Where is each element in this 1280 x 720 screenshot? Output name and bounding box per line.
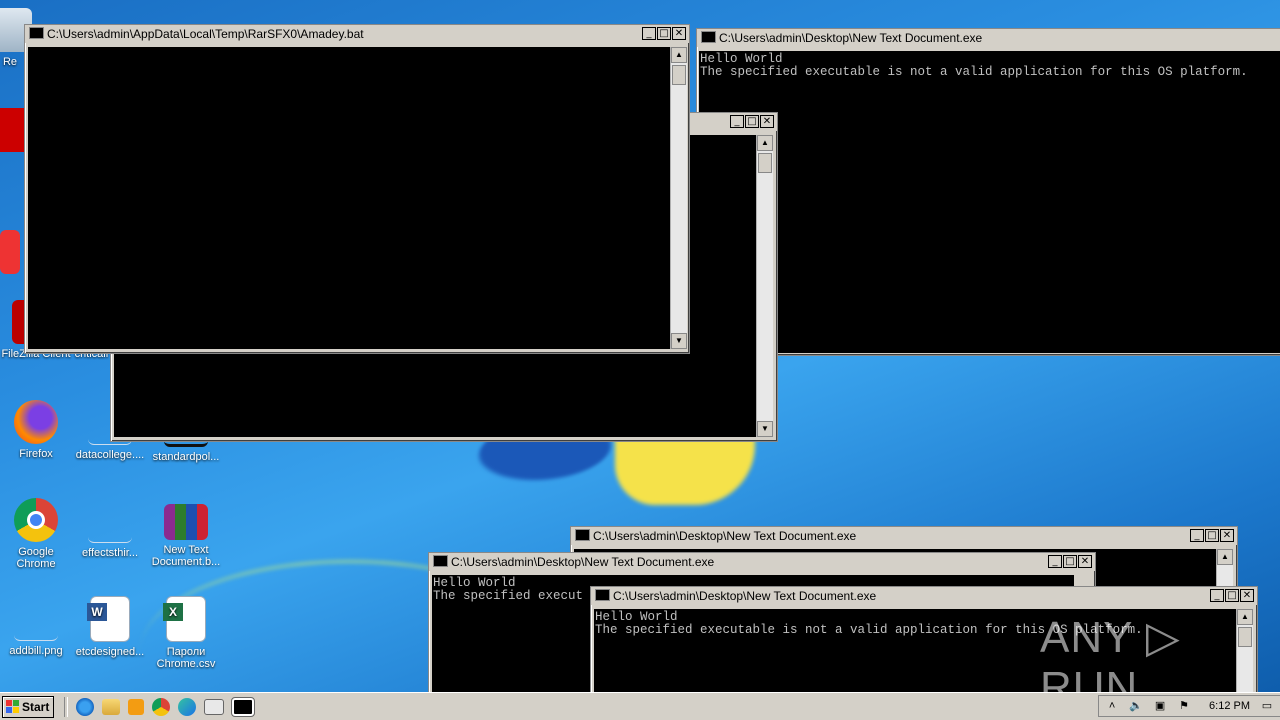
clock[interactable]: 6:12 PM xyxy=(1209,700,1250,712)
desktop-icon-etcdesigned[interactable]: W etcdesigned... xyxy=(72,596,148,658)
close-button[interactable]: ✕ xyxy=(672,27,686,40)
file-addbill-icon xyxy=(14,596,58,641)
chrome-icon xyxy=(14,498,58,542)
close-button[interactable]: ✕ xyxy=(1240,589,1254,602)
vertical-scrollbar[interactable]: ▲ ▼ xyxy=(670,47,687,349)
minimize-button[interactable]: _ xyxy=(1048,555,1062,568)
window-controls: _ □ ✕ xyxy=(1048,555,1092,568)
window-controls: _ □ ✕ xyxy=(730,115,774,128)
file-effectsthir-icon xyxy=(88,498,132,543)
taskbar-separator xyxy=(64,696,68,717)
minimize-button[interactable]: _ xyxy=(730,115,744,128)
scroll-thumb[interactable] xyxy=(758,153,772,173)
chrome-taskbar-icon[interactable] xyxy=(152,697,170,716)
media-player-icon[interactable] xyxy=(128,698,144,715)
window-controls: _ □ ✕ xyxy=(1210,589,1254,602)
window-controls: _ □ ✕ xyxy=(1190,529,1234,542)
window-controls: _ □ ✕ xyxy=(642,27,686,40)
show-hidden-icons-icon[interactable]: ˄ xyxy=(1105,699,1119,713)
edge-icon[interactable] xyxy=(178,697,196,716)
scroll-down-arrow-icon[interactable]: ▼ xyxy=(757,421,773,437)
console-icon xyxy=(575,529,590,541)
maximize-button[interactable]: □ xyxy=(745,115,759,128)
ccleaner-icon xyxy=(0,230,20,274)
start-button[interactable]: Start xyxy=(2,695,54,718)
show-desktop-icon[interactable]: ▭ xyxy=(1260,699,1274,713)
minimize-button[interactable]: _ xyxy=(1210,589,1224,602)
window-amadey-bat[interactable]: C:\Users\admin\AppData\Local\Temp\RarSFX… xyxy=(24,24,690,354)
scroll-up-arrow-icon[interactable]: ▲ xyxy=(1217,549,1233,565)
windows-logo-icon xyxy=(6,700,19,713)
file-explorer-icon[interactable] xyxy=(102,698,120,715)
window-titlebar[interactable]: C:\Users\admin\Desktop\New Text Document… xyxy=(591,587,1257,605)
window-titlebar[interactable]: C:\Users\admin\Desktop\New Text Document… xyxy=(571,527,1237,545)
close-button[interactable]: ✕ xyxy=(1078,555,1092,568)
action-center-flag-icon[interactable]: ⚑ xyxy=(1177,699,1191,713)
desktop-icon-firefox[interactable]: Firefox xyxy=(0,400,74,460)
excel-badge: X xyxy=(163,603,183,621)
excel-csv-icon: X xyxy=(163,596,206,642)
maximize-button[interactable]: □ xyxy=(1063,555,1077,568)
scroll-thumb[interactable] xyxy=(672,65,686,85)
maximize-button[interactable]: □ xyxy=(657,27,671,40)
network-icon[interactable]: ▣ xyxy=(1153,699,1167,713)
scroll-up-arrow-icon[interactable]: ▲ xyxy=(757,135,773,151)
firefox-icon xyxy=(14,400,58,444)
window-titlebar[interactable]: C:\Users\admin\AppData\Local\Temp\RarSFX… xyxy=(25,25,689,43)
word-badge: W xyxy=(87,603,107,621)
console-output: Hello World The specified executable is … xyxy=(699,51,1280,353)
anyrun-watermark: ANY ▷ RUN xyxy=(1040,613,1181,692)
maximize-button[interactable]: □ xyxy=(1225,589,1239,602)
volume-icon[interactable]: 🔈 xyxy=(1129,699,1143,713)
system-tray: ˄ 🔈 ▣ ⚑ 6:12 PM ▭ xyxy=(1098,695,1280,717)
close-button[interactable]: ✕ xyxy=(1220,529,1234,542)
chrome-center xyxy=(27,511,45,529)
internet-explorer-icon[interactable] xyxy=(76,697,94,716)
window-new-text-document-topright[interactable]: C:\Users\admin\Desktop\New Text Document… xyxy=(696,28,1280,356)
console-icon xyxy=(433,555,448,567)
console-icon xyxy=(29,27,44,39)
minimize-button[interactable]: _ xyxy=(1190,529,1204,542)
taskbar: Start ˄ 🔈 ▣ ⚑ 6:12 PM ▭ xyxy=(0,692,1280,720)
window-titlebar[interactable]: C:\Users\admin\Desktop\New Text Document… xyxy=(697,29,1280,47)
desktop-icon-winrar[interactable]: New Text Document.b... xyxy=(148,498,224,568)
window-titlebar[interactable]: C:\Users\admin\Desktop\New Text Document… xyxy=(429,553,1095,571)
desktop-icon-addbill[interactable]: addbill.png xyxy=(0,596,74,657)
desktop-icon-paroli[interactable]: X Пароли Chrome.csv xyxy=(148,596,224,670)
scroll-up-arrow-icon[interactable]: ▲ xyxy=(671,47,687,63)
scroll-down-arrow-icon[interactable]: ▼ xyxy=(671,333,687,349)
task-window-icon[interactable] xyxy=(204,698,224,715)
close-button[interactable]: ✕ xyxy=(760,115,774,128)
console-icon xyxy=(701,31,716,43)
cmd-taskbar-icon[interactable] xyxy=(231,696,255,717)
desktop: Re FileZilla Client criticalr Firefox da… xyxy=(0,0,1280,692)
word-document-icon: W xyxy=(87,596,130,642)
vertical-scrollbar[interactable]: ▲ ▼ xyxy=(756,135,773,437)
console-output xyxy=(28,47,670,349)
console-icon xyxy=(595,589,610,601)
desktop-icon-chrome[interactable]: Google Chrome xyxy=(0,498,74,570)
minimize-button[interactable]: _ xyxy=(642,27,656,40)
maximize-button[interactable]: □ xyxy=(1205,529,1219,542)
desktop-icon-effectsthir[interactable]: effectsthir... xyxy=(72,498,148,559)
winrar-archive-icon xyxy=(164,504,208,540)
